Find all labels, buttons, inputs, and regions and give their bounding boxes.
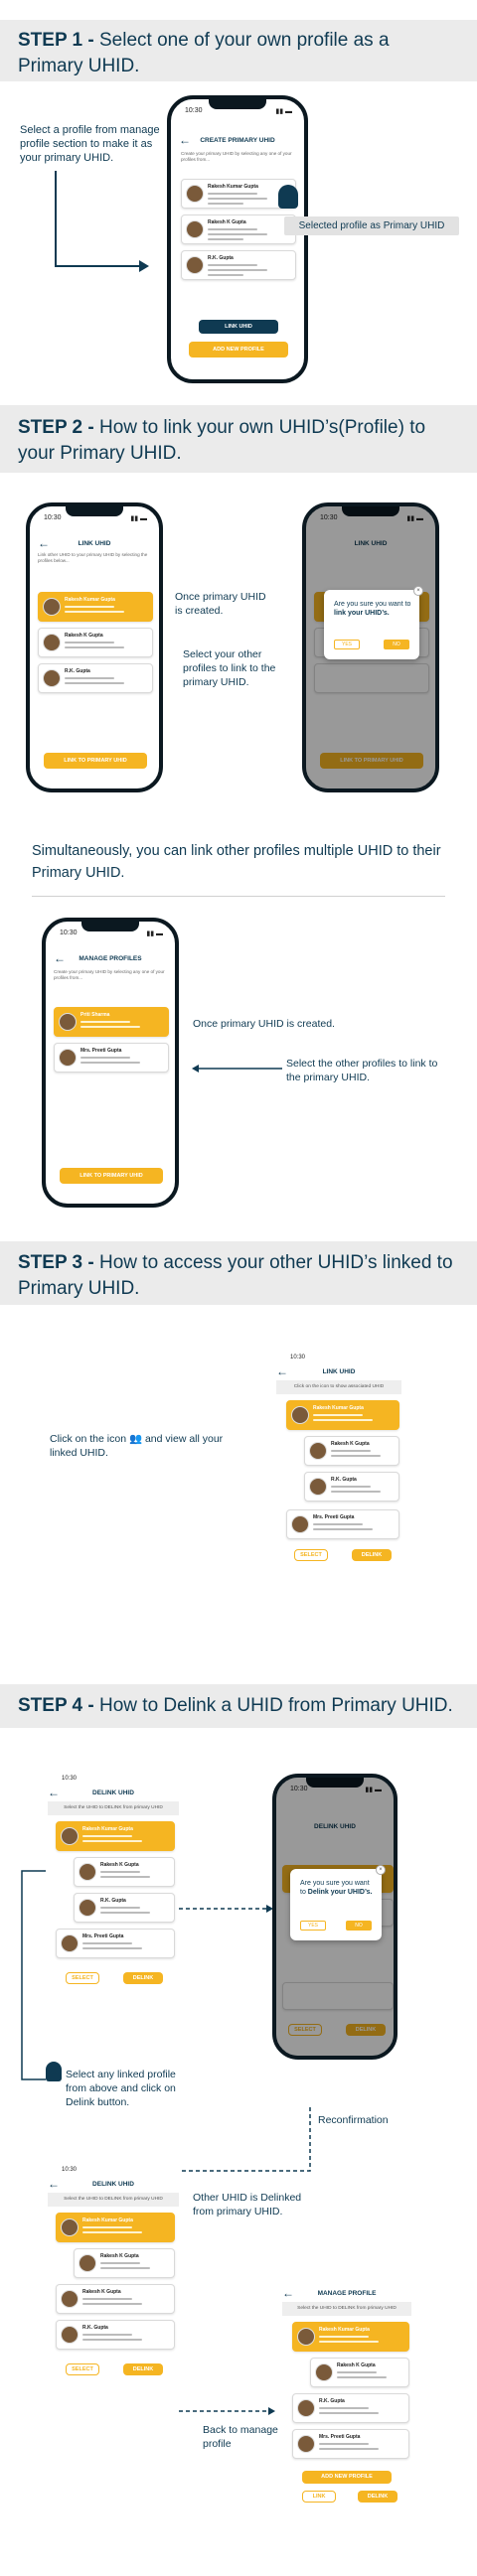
step3-note: Click on the icon 👥 and view all your li… <box>50 1433 224 1459</box>
profile-card[interactable]: Rakesh K Gupta <box>38 628 153 657</box>
screen-title: MANAGE PROFILES <box>79 955 142 962</box>
screen-description: Create your primary UHID by selecting an… <box>181 151 292 162</box>
link-uhid-button[interactable]: LINK UHID <box>199 320 278 334</box>
people-icon: 👥 <box>128 1433 143 1445</box>
close-icon[interactable]: × <box>376 1865 386 1875</box>
add-new-profile-button[interactable]: ADD NEW PROFILE <box>302 2471 392 2484</box>
link-button[interactable]: LINK <box>302 2491 336 2503</box>
linked-profile-card[interactable]: Rakesh K Gupta <box>74 1857 175 1887</box>
step4-screen-a: 10:30 ← DELINK UHID Select the UHID to D… <box>48 1774 179 2032</box>
confirm-popup: Are you sure you want to Delink your UHI… <box>290 1865 386 1940</box>
profile-card[interactable]: Mrs. Preeti Gupta <box>54 1043 169 1073</box>
no-button[interactable]: NO <box>384 640 409 649</box>
step2-note-select2: Select the other profiles to link to the… <box>286 1058 438 1083</box>
instruction-strip: Select the UHID to DELINK from primary U… <box>282 2302 411 2316</box>
delink-button[interactable]: DELINK <box>352 1549 392 1561</box>
avatar <box>186 220 204 238</box>
divider <box>32 896 445 897</box>
tap-hand-icon <box>46 2062 62 2081</box>
yes-button[interactable]: YES <box>334 640 360 649</box>
primary-profile-card[interactable]: Rakesh Kumar Gupta <box>38 592 153 622</box>
step4-title: STEP 4 - How to Delink a UHID from Prima… <box>18 1695 453 1716</box>
avatar <box>59 1013 77 1031</box>
screen-title: CREATE PRIMARY UHID <box>200 137 275 144</box>
tap-hand-icon <box>278 185 298 209</box>
simultaneous-note: Simultaneously, you can link other profi… <box>32 843 441 881</box>
instruction-strip: Select the UHID to DELINK from primary U… <box>48 2193 179 2207</box>
profile-card[interactable]: R.K. Gupta <box>181 250 296 280</box>
avatar <box>59 1049 77 1067</box>
primary-profile-card[interactable]: Rakesh Kumar Gupta <box>56 1821 175 1851</box>
delink-button[interactable]: DELINK <box>358 2491 398 2503</box>
primary-profile-card[interactable]: Rakesh Kumar Gupta <box>292 2322 409 2352</box>
delink-button[interactable]: DELINK <box>123 1972 163 1984</box>
profile-card[interactable]: R.K. Gupta <box>292 2393 409 2423</box>
avatar <box>43 669 61 687</box>
step4-note-back: Back to manage profile <box>203 2424 278 2450</box>
step4-note-reconfirm: Reconfirmation <box>318 2114 389 2126</box>
instruction-strip: Click on the icon to show associated UHI… <box>276 1380 401 1394</box>
select-button[interactable]: SELECT <box>294 1549 328 1561</box>
avatar <box>186 185 204 203</box>
primary-profile-card[interactable]: Rakesh Kumar Gupta <box>286 1400 399 1430</box>
step4-phone-confirm: 10:30 ▮▮ ▬ DELINK UHID SELECT DELINK Are … <box>272 1774 398 2060</box>
linked-profile-card[interactable]: Rakesh K Gupta <box>304 1436 399 1466</box>
screen-title: MANAGE PROFILE <box>317 2290 377 2297</box>
yes-button[interactable]: YES <box>300 1921 326 1931</box>
screen-title: LINK UHID <box>322 1368 356 1375</box>
no-button[interactable]: NO <box>346 1921 372 1931</box>
step4-screen-b: 10:30 ← DELINK UHID Select the UHID to D… <box>48 2165 179 2423</box>
linked-profile-card[interactable]: R.K. Gupta <box>304 1472 399 1502</box>
screen-title: LINK UHID <box>78 540 111 547</box>
step3-title: STEP 3 - How to access your other UHID’s… <box>18 1252 453 1299</box>
profile-card[interactable]: Mrs. Preeti Gupta <box>292 2429 409 2459</box>
confirm-popup: Are you sure you want to link your UHID’… <box>324 586 423 659</box>
selected-profile-tag: Selected profile as Primary UHID <box>284 216 459 235</box>
screen-description: Link other UHID to your primary UHID by … <box>38 552 148 563</box>
primary-profile-card[interactable]: Priti Sharma <box>54 1007 169 1037</box>
primary-profile-card[interactable]: Rakesh Kumar Gupta <box>56 2213 175 2242</box>
profile-card[interactable]: Rakesh K Gupta <box>181 215 296 244</box>
step2-phone-right: 10:30 ▮▮ ▬ LINK UHID LINK TO PRIMARY UHID… <box>302 502 439 792</box>
profile-card[interactable]: R.K. Gupta <box>56 2320 175 2350</box>
instruction-strip: Select the UHID to DELINK from primary U… <box>48 1801 179 1815</box>
screen-description: Create your primary UHID by selecting an… <box>54 969 165 980</box>
step2-phone-left: 10:30 ▮▮ ▬ ← LINK UHID Link other UHID to… <box>26 502 163 792</box>
linked-profile-card[interactable]: Rakesh K Gupta <box>310 2358 409 2387</box>
select-button[interactable]: SELECT <box>66 1972 99 1984</box>
profile-card[interactable]: Rakesh K Gupta <box>56 2284 175 2314</box>
step4-note-delinked: Other UHID is Delinked from primary UHID… <box>193 2192 302 2218</box>
profile-card[interactable]: Mrs. Preeti Gupta <box>286 1509 399 1539</box>
avatar <box>43 598 61 616</box>
close-icon[interactable]: × <box>413 586 423 596</box>
link-to-primary-button[interactable]: LINK TO PRIMARY UHID <box>60 1168 163 1184</box>
step2-note-created: Once primary UHID is created. <box>175 591 266 617</box>
profile-card[interactable]: Mrs. Preeti Gupta <box>56 1929 175 1958</box>
step2-phone-manage: 10:30 ▮▮ ▬ ← MANAGE PROFILES Create your … <box>42 918 179 1208</box>
step2-note-select: Select your other profiles to link to th… <box>183 648 276 688</box>
avatar <box>43 634 61 651</box>
delink-button[interactable]: DELINK <box>123 2363 163 2375</box>
step3-screen: 10:30 ← LINK UHID Click on the icon to s… <box>276 1351 401 1609</box>
step2-note-created2: Once primary UHID is created. <box>193 1018 335 1030</box>
screen-title: DELINK UHID <box>92 2181 134 2188</box>
link-to-primary-button[interactable]: LINK TO PRIMARY UHID <box>44 753 147 769</box>
select-button[interactable]: SELECT <box>66 2363 99 2375</box>
screen-title: DELINK UHID <box>92 1789 134 1796</box>
step4-screen-c: ← MANAGE PROFILE Select the UHID to DELI… <box>282 2282 411 2540</box>
add-new-profile-button[interactable]: ADD NEW PROFILE <box>189 342 288 358</box>
step4-note-select: Select any linked profile from above and… <box>66 2069 176 2108</box>
linked-profile-card[interactable]: R.K. Gupta <box>74 1893 175 1923</box>
linked-profile-card[interactable]: Rakesh K Gupta <box>74 2248 175 2278</box>
step2-title: STEP 2 - How to link your own UHID’s(Pro… <box>18 417 426 464</box>
avatar <box>186 256 204 274</box>
step1-phone: 10:30 ▮▮ ▬ ← CREATE PRIMARY UHID Create y… <box>167 95 308 383</box>
profile-card[interactable]: R.K. Gupta <box>38 663 153 693</box>
